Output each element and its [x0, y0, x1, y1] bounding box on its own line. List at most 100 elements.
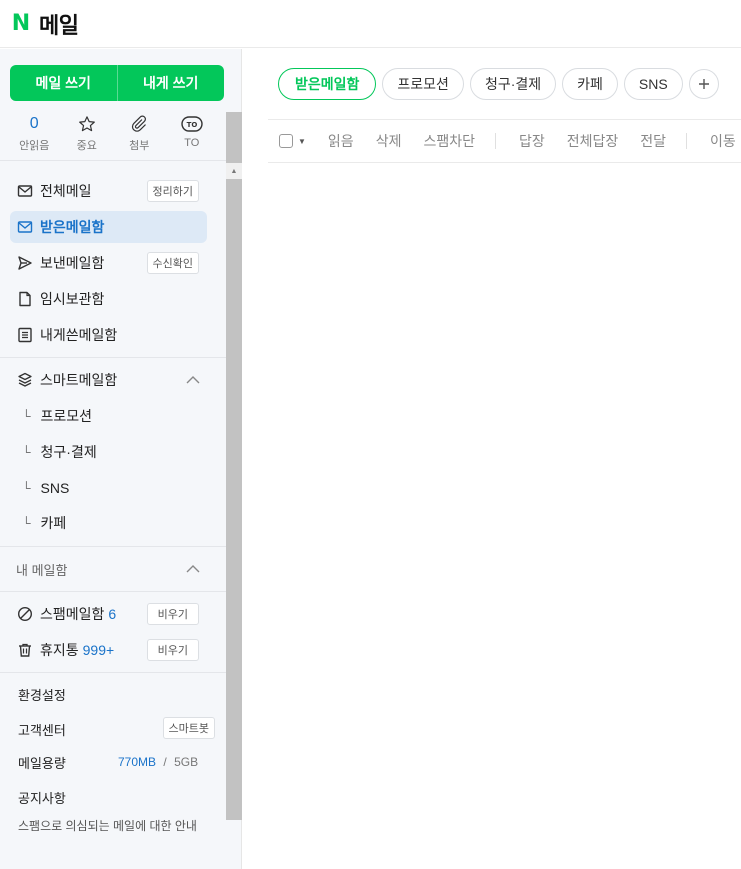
quick-attachment-label: 첨부	[129, 140, 150, 152]
toolbar-divider	[494, 133, 496, 149]
nav-trash-label: 휴지통	[40, 642, 79, 658]
select-all-checkbox[interactable]	[279, 134, 293, 148]
app-header: N 메일	[0, 0, 741, 48]
nav-spam[interactable]: 스팸메일함 6 비우기	[10, 598, 207, 630]
tree-branch-icon: └	[22, 481, 31, 495]
smart-cafe[interactable]: └ 카페	[22, 508, 66, 538]
nav-inbox-label: 받은메일함	[40, 219, 105, 235]
smart-promotion[interactable]: └ 프로모션	[22, 401, 92, 431]
add-tab-button[interactable]	[688, 69, 719, 99]
move-button[interactable]: 이동	[710, 131, 736, 151]
tree-branch-icon: └	[22, 516, 31, 530]
quick-attachment[interactable]: 첨부	[113, 113, 165, 155]
send-icon	[10, 255, 40, 271]
nav-drafts[interactable]: 임시보관함	[10, 283, 207, 315]
paperclip-icon	[130, 113, 148, 135]
reply-all-button[interactable]: 전체답장	[567, 131, 619, 151]
nav-sent-label: 보낸메일함	[40, 255, 105, 271]
tab-promotion[interactable]: 프로모션	[382, 68, 464, 100]
smartbot-button[interactable]: 스마트봇	[162, 717, 215, 739]
tree-branch-icon: └	[22, 445, 31, 459]
delete-button[interactable]: 삭제	[376, 131, 402, 151]
divider	[0, 591, 226, 592]
sidebar-scrollbar[interactable]	[226, 112, 242, 820]
quick-important-label: 중요	[76, 140, 97, 152]
notice-title[interactable]: 공지사항	[18, 788, 66, 807]
quick-to-me[interactable]: TO TO	[166, 113, 218, 155]
tab-inbox[interactable]: 받은메일함	[278, 68, 377, 100]
scroll-up-arrow[interactable]: ▲	[226, 163, 242, 179]
smart-billing-label: 청구·결제	[40, 444, 97, 460]
quick-unread[interactable]: 0 안읽음	[8, 113, 60, 155]
smart-promotion-label: 프로모션	[40, 408, 93, 424]
divider	[0, 546, 226, 547]
notice-text[interactable]: 스팸으로 의심되는 메일에 대한 안내	[18, 817, 208, 834]
nav-drafts-label: 임시보관함	[40, 291, 105, 307]
nav-smart-mailbox[interactable]: 스마트메일함	[10, 364, 207, 396]
envelope-icon	[10, 183, 40, 199]
smart-sns-label: SNS	[40, 480, 70, 496]
tab-sns[interactable]: SNS	[623, 68, 683, 100]
chevron-up-icon[interactable]	[186, 564, 200, 574]
organize-button[interactable]: 정리하기	[146, 180, 199, 202]
note-icon	[10, 327, 40, 343]
storage-total: 5GB	[174, 755, 199, 769]
quick-important[interactable]: 중요	[61, 113, 113, 155]
mail-toolbar: ▼ 읽음 삭제 스팸차단 답장 전체답장 전달 이동	[268, 119, 741, 163]
divider	[0, 672, 226, 673]
toolbar-divider	[686, 133, 688, 149]
app-title[interactable]: 메일	[39, 8, 79, 40]
nav-sent[interactable]: 보낸메일함 수신확인	[10, 247, 207, 279]
storage-usage: 770MB / 5GB	[118, 755, 198, 769]
write-mail-button[interactable]: 메일 쓰기	[10, 65, 117, 101]
nav-spam-label: 스팸메일함	[40, 606, 105, 622]
smart-sns[interactable]: └ SNS	[22, 473, 69, 503]
write-to-self-button[interactable]: 내게 쓰기	[118, 65, 225, 101]
select-dropdown-icon[interactable]: ▼	[298, 137, 306, 146]
divider	[0, 357, 226, 358]
plus-icon	[698, 79, 709, 89]
quick-to-label: TO	[184, 137, 200, 149]
settings-link[interactable]: 환경설정	[18, 685, 66, 704]
spam-count: 6	[108, 606, 117, 622]
smart-billing[interactable]: └ 청구·결제	[22, 437, 97, 467]
mailbox-tabs: 받은메일함 프로모션 청구·결제 카페 SNS	[278, 68, 719, 100]
storage-separator: /	[163, 755, 167, 769]
quick-filters: 0 안읽음 중요 첨부 TO TO	[0, 113, 226, 155]
forward-button[interactable]: 전달	[640, 131, 666, 151]
read-receipt-button[interactable]: 수신확인	[146, 252, 199, 274]
divider	[0, 160, 226, 161]
document-icon	[10, 291, 40, 307]
storage-label: 메일용량	[18, 756, 66, 771]
trash-icon	[10, 642, 40, 658]
reply-button[interactable]: 답장	[519, 131, 545, 151]
block-icon	[10, 606, 40, 622]
tree-branch-icon: └	[22, 409, 31, 423]
nav-trash[interactable]: 휴지통 999+ 비우기	[10, 634, 207, 666]
trash-count: 999+	[82, 642, 115, 658]
inbox-icon	[10, 219, 40, 235]
nav-all-mail-label: 전체메일	[40, 183, 92, 199]
nav-self-label: 내게쓴메일함	[40, 327, 118, 343]
my-mailbox-title[interactable]: 내 메일함	[16, 560, 67, 579]
nav-inbox[interactable]: 받은메일함	[10, 211, 207, 243]
chevron-up-icon[interactable]	[186, 375, 200, 385]
storage-used: 770MB	[118, 755, 157, 769]
tab-billing[interactable]: 청구·결제	[469, 68, 557, 100]
empty-spam-button[interactable]: 비우기	[146, 603, 199, 625]
naver-logo[interactable]: N	[11, 11, 31, 36]
mark-read-button[interactable]: 읽음	[328, 131, 354, 151]
smart-cafe-label: 카페	[40, 515, 67, 531]
empty-trash-button[interactable]: 비우기	[146, 639, 199, 661]
tab-cafe[interactable]: 카페	[562, 68, 618, 100]
compose-group: 메일 쓰기 내게 쓰기	[10, 65, 224, 101]
nav-smart-label: 스마트메일함	[40, 372, 118, 388]
star-icon	[78, 113, 96, 135]
nav-self[interactable]: 내게쓴메일함	[10, 319, 207, 351]
unread-count: 0	[29, 115, 39, 132]
support-link[interactable]: 고객센터	[18, 720, 66, 739]
block-spam-button[interactable]: 스팸차단	[423, 131, 475, 151]
to-badge-icon: TO	[181, 113, 203, 135]
nav-all-mail[interactable]: 전체메일 정리하기	[10, 175, 207, 207]
quick-unread-label: 안읽음	[19, 140, 50, 152]
